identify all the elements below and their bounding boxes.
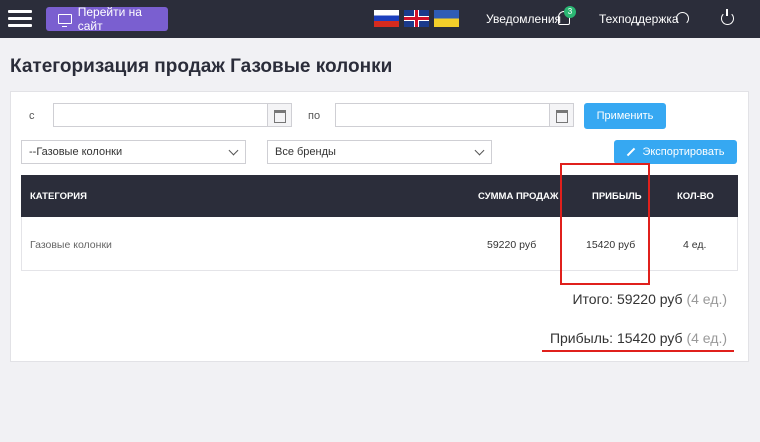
header-category[interactable]: КАТЕГОРИЯ xyxy=(30,191,87,202)
page-title: Категоризация продаж Газовые колонки xyxy=(10,56,393,77)
total-line: Итого: 59220 руб (4 ед.) xyxy=(572,291,727,307)
profit-underline xyxy=(542,350,734,352)
chevron-down-icon xyxy=(474,145,485,156)
to-label: по xyxy=(308,110,321,122)
chevron-down-icon xyxy=(228,145,239,156)
wand-icon xyxy=(627,147,636,157)
total-qty: (4 ед.) xyxy=(686,291,727,307)
from-label: с xyxy=(29,110,35,122)
cell-category: Газовые колонки xyxy=(30,239,112,251)
go-to-site-label: Перейти на сайт xyxy=(77,5,142,33)
total-label: Итого: xyxy=(572,291,614,307)
headset-icon[interactable] xyxy=(676,12,689,25)
support-link[interactable]: Техподдержка xyxy=(599,12,679,26)
date-to-input[interactable] xyxy=(335,103,574,127)
notifications-badge: 3 xyxy=(564,6,576,18)
profit-line: Прибыль: 15420 руб (4 ед.) xyxy=(550,330,727,346)
profit-label: Прибыль: xyxy=(549,330,614,346)
power-icon[interactable] xyxy=(721,9,734,25)
cell-sales-sum: 59220 руб xyxy=(487,239,537,251)
flag-uk-icon[interactable] xyxy=(404,10,429,27)
export-button[interactable]: Экспортировать xyxy=(614,140,737,164)
category-select[interactable]: --Газовые колонки xyxy=(21,140,246,164)
cell-quantity: 4 ед. xyxy=(683,239,707,251)
monitor-icon xyxy=(58,14,72,27)
menu-icon[interactable] xyxy=(8,10,32,28)
go-to-site-button[interactable]: Перейти на сайт xyxy=(46,5,168,33)
header-quantity[interactable]: КОЛ-ВО xyxy=(677,191,714,202)
date-from-input[interactable] xyxy=(53,103,292,127)
profit-highlight-box xyxy=(560,163,650,285)
notifications-link[interactable]: Уведомления xyxy=(486,12,561,26)
category-select-value: --Газовые колонки xyxy=(29,146,123,158)
export-label: Экспортировать xyxy=(642,146,725,158)
calendar-icon[interactable] xyxy=(549,104,573,126)
flag-ru-icon[interactable] xyxy=(374,10,399,27)
top-bar: Перейти на сайт Уведомления 3 Техподдерж… xyxy=(0,0,760,38)
header-sales-sum[interactable]: СУММА ПРОДАЖ xyxy=(478,191,559,202)
profit-value: 15420 руб xyxy=(616,330,683,346)
profit-qty: (4 ед.) xyxy=(686,330,727,346)
calendar-icon[interactable] xyxy=(267,104,291,126)
brand-select[interactable]: Все бренды xyxy=(267,140,492,164)
flag-ua-icon[interactable] xyxy=(434,10,459,27)
apply-button[interactable]: Применить xyxy=(584,103,666,129)
total-value: 59220 руб xyxy=(616,291,683,307)
brand-select-value: Все бренды xyxy=(275,146,336,158)
